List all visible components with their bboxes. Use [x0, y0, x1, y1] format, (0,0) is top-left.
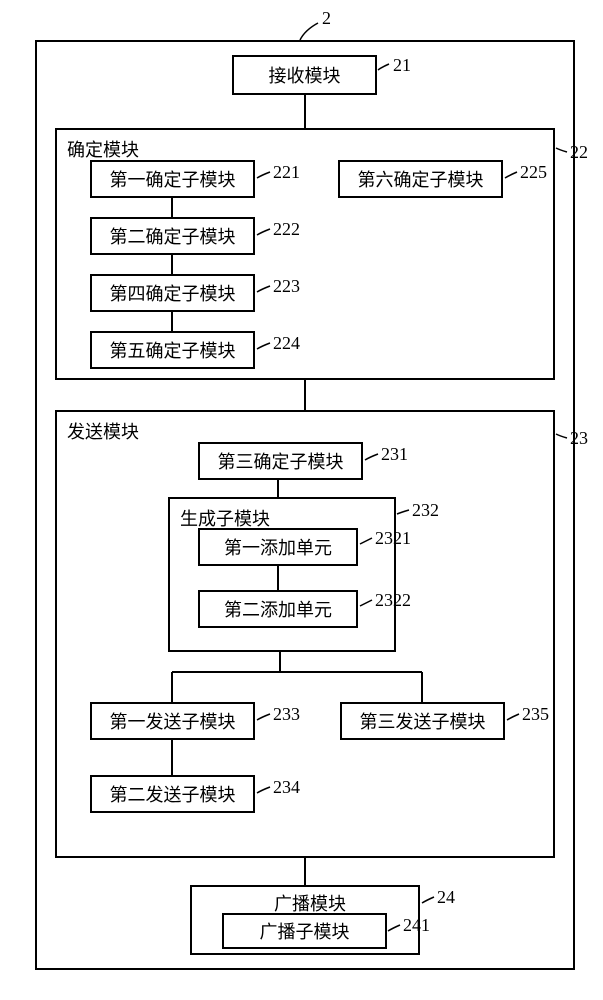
receive-label: 接收模块	[269, 62, 341, 88]
gen-unit2-id: 2322	[375, 590, 411, 611]
receive-id-label: 21	[393, 55, 411, 76]
gen-id-label: 232	[412, 500, 439, 521]
send-sub3-id: 231	[381, 444, 408, 465]
determine-sub4-id: 223	[273, 276, 300, 297]
receive-module: 接收模块	[232, 55, 377, 95]
send-sub3-send: 第三发送子模块	[340, 702, 505, 740]
determine-sub4: 第四确定子模块	[90, 274, 255, 312]
determine-sub5: 第五确定子模块	[90, 331, 255, 369]
send-sub3-send-id: 235	[522, 704, 549, 725]
send-sub3-label: 第三确定子模块	[218, 448, 344, 474]
gen-unit2: 第二添加单元	[198, 590, 358, 628]
determine-sub6-id: 225	[520, 162, 547, 183]
send-sub2-send-id: 234	[273, 777, 300, 798]
determine-sub1: 第一确定子模块	[90, 160, 255, 198]
gen-unit2-label: 第二添加单元	[224, 596, 332, 622]
determine-sub6-label: 第六确定子模块	[358, 166, 484, 192]
gen-unit1: 第一添加单元	[198, 528, 358, 566]
gen-submodule: 生成子模块	[168, 497, 396, 652]
gen-unit1-id: 2321	[375, 528, 411, 549]
determine-sub2-label: 第二确定子模块	[110, 223, 236, 249]
determine-sub2: 第二确定子模块	[90, 217, 255, 255]
determine-title: 确定模块	[67, 136, 553, 162]
send-title: 发送模块	[67, 418, 553, 444]
broadcast-sub-id: 241	[403, 915, 430, 936]
system-id-label: 2	[322, 8, 331, 29]
send-sub2-send-label: 第二发送子模块	[110, 781, 236, 807]
determine-sub5-id: 224	[273, 333, 300, 354]
determine-sub1-id: 221	[273, 162, 300, 183]
determine-sub6: 第六确定子模块	[338, 160, 503, 198]
determine-sub4-label: 第四确定子模块	[110, 280, 236, 306]
send-sub1-id: 233	[273, 704, 300, 725]
send-sub3-send-label: 第三发送子模块	[360, 708, 486, 734]
broadcast-sub-label: 广播子模块	[260, 918, 350, 944]
send-sub3: 第三确定子模块	[198, 442, 363, 480]
send-sub1-label: 第一发送子模块	[110, 708, 236, 734]
determine-sub2-id: 222	[273, 219, 300, 240]
determine-sub5-label: 第五确定子模块	[110, 337, 236, 363]
determine-sub1-label: 第一确定子模块	[110, 166, 236, 192]
send-sub1: 第一发送子模块	[90, 702, 255, 740]
send-id-label: 23	[570, 428, 588, 449]
send-sub2-send: 第二发送子模块	[90, 775, 255, 813]
broadcast-id: 24	[437, 887, 455, 908]
gen-unit1-label: 第一添加单元	[224, 534, 332, 560]
broadcast-sub: 广播子模块	[222, 913, 387, 949]
determine-id-label: 22	[570, 142, 588, 163]
